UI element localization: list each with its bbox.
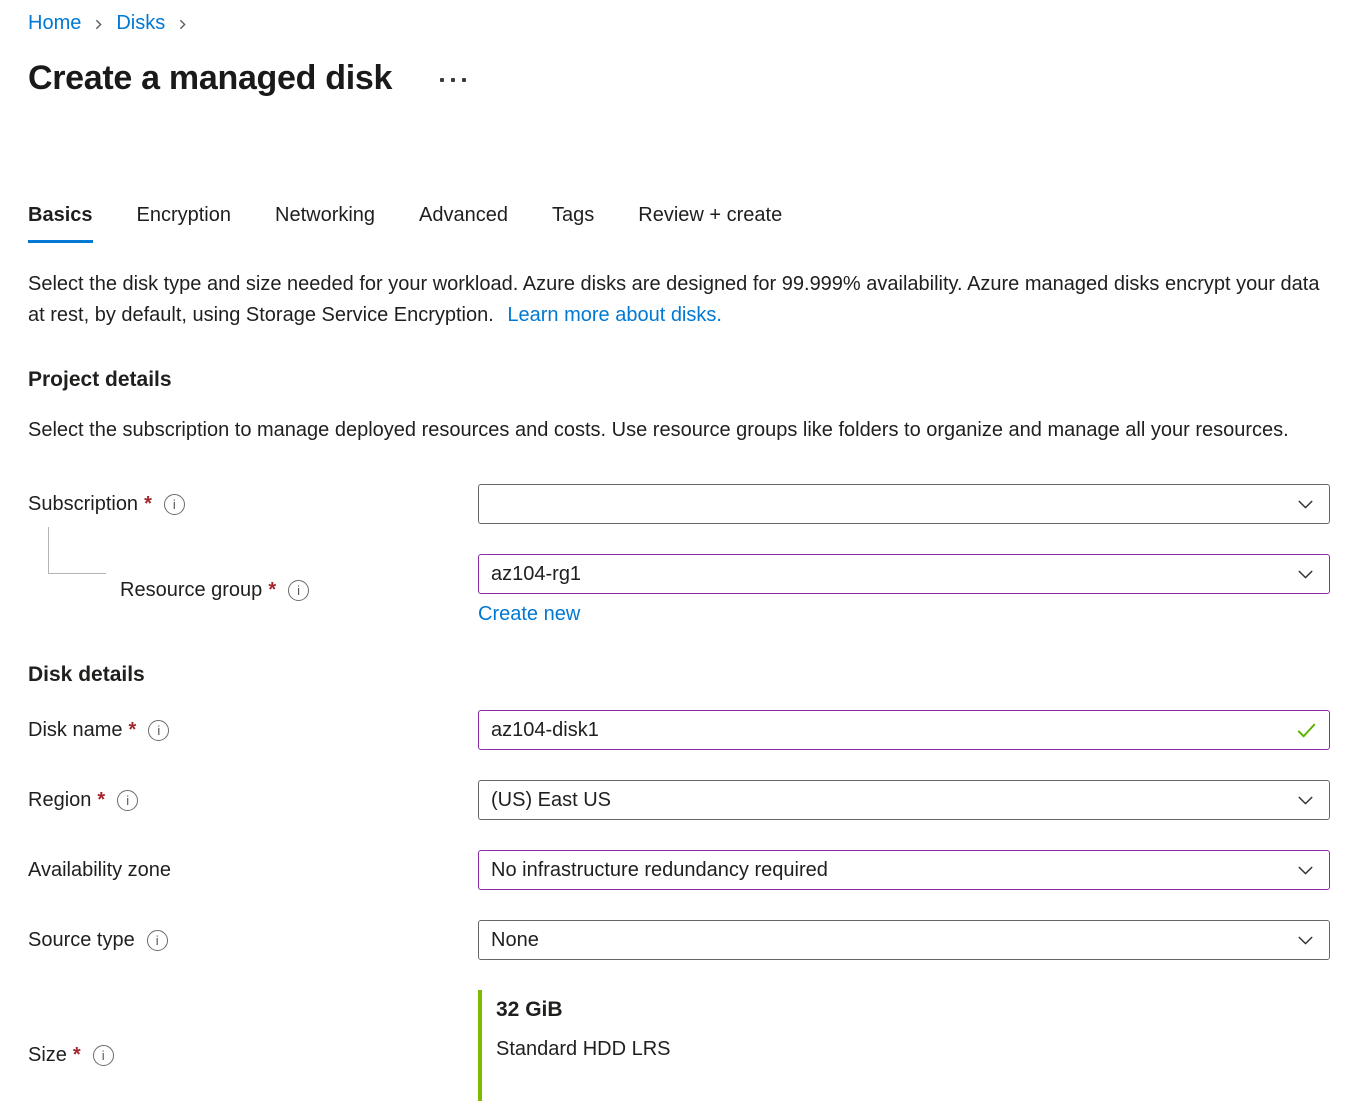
chevron-down-icon	[1294, 493, 1317, 516]
breadcrumb-home[interactable]: Home	[28, 12, 81, 35]
required-marker: *	[128, 719, 136, 742]
breadcrumb: Home Disks	[28, 10, 1330, 36]
availability-zone-value: No infrastructure redundancy required	[491, 859, 828, 882]
availability-zone-label-group: Availability zone	[28, 850, 478, 890]
required-marker: *	[144, 493, 152, 516]
size-sku: Standard HDD LRS	[496, 1037, 1330, 1061]
size-label-group: Size *	[28, 990, 478, 1101]
disk-name-row: Disk name *	[28, 710, 1330, 750]
ellipsis-dot	[440, 78, 444, 82]
region-value: (US) East US	[491, 789, 611, 812]
chevron-down-icon	[1294, 789, 1317, 812]
chevron-down-icon	[1294, 563, 1317, 586]
availability-zone-label: Availability zone	[28, 859, 171, 882]
resource-group-dropdown[interactable]: az104-rg1	[478, 554, 1330, 594]
disk-name-input[interactable]	[478, 710, 1330, 750]
availability-zone-dropdown[interactable]: No infrastructure redundancy required	[478, 850, 1330, 890]
chevron-down-icon	[1294, 859, 1317, 882]
ellipsis-dot	[451, 78, 455, 82]
title-row: Create a managed disk	[28, 58, 1330, 98]
info-icon[interactable]	[288, 580, 309, 601]
subscription-row: Subscription *	[28, 484, 1330, 524]
section-heading-project-details: Project details	[28, 367, 1330, 393]
required-marker: *	[97, 789, 105, 812]
chevron-down-icon	[1294, 929, 1317, 952]
disk-name-label-group: Disk name *	[28, 710, 478, 750]
source-type-value: None	[491, 929, 539, 952]
size-label: Size	[28, 1044, 67, 1067]
size-value: 32 GiB	[496, 997, 1330, 1022]
tab-networking[interactable]: Networking	[275, 202, 375, 243]
info-icon[interactable]	[164, 494, 185, 515]
source-type-label-group: Source type	[28, 920, 478, 960]
checkmark-icon	[1295, 719, 1318, 742]
subscription-dropdown[interactable]	[478, 484, 1330, 524]
region-row: Region * (US) East US	[28, 780, 1330, 820]
info-icon[interactable]	[93, 1045, 114, 1066]
info-icon[interactable]	[148, 720, 169, 741]
subscription-label-group: Subscription *	[28, 484, 478, 524]
tab-tags[interactable]: Tags	[552, 202, 594, 243]
tab-review-create[interactable]: Review + create	[638, 202, 782, 243]
project-details-form: Subscription * Resource group *	[28, 484, 1330, 1101]
subscription-label: Subscription	[28, 493, 138, 516]
learn-more-link[interactable]: Learn more about disks.	[507, 304, 722, 326]
create-managed-disk-page: Home Disks Create a managed disk Basics …	[0, 0, 1348, 1101]
ellipsis-dot	[462, 78, 466, 82]
availability-zone-row: Availability zone No infrastructure redu…	[28, 850, 1330, 890]
info-icon[interactable]	[117, 790, 138, 811]
create-new-link[interactable]: Create new	[478, 603, 580, 626]
breadcrumb-disks[interactable]: Disks	[116, 12, 165, 35]
page-title: Create a managed disk	[28, 58, 392, 98]
intro-paragraph: Select the disk type and size needed for…	[28, 269, 1330, 331]
required-marker: *	[73, 1044, 81, 1067]
disk-name-label: Disk name	[28, 719, 122, 742]
chevron-right-icon	[175, 17, 190, 32]
tab-advanced[interactable]: Advanced	[419, 202, 508, 243]
project-details-description: Select the subscription to manage deploy…	[28, 415, 1328, 446]
section-heading-disk-details: Disk details	[28, 662, 1330, 688]
tab-bar: Basics Encryption Networking Advanced Ta…	[28, 202, 1330, 243]
ellipsis-icon[interactable]	[440, 78, 466, 82]
required-marker: *	[268, 579, 276, 602]
size-summary-block: 32 GiB Standard HDD LRS	[478, 990, 1330, 1101]
tab-basics[interactable]: Basics	[28, 202, 93, 243]
info-icon[interactable]	[147, 930, 168, 951]
resource-group-value: az104-rg1	[491, 563, 581, 586]
region-label-group: Region *	[28, 780, 478, 820]
region-dropdown[interactable]: (US) East US	[478, 780, 1330, 820]
size-row: Size * 32 GiB Standard HDD LRS	[28, 990, 1330, 1101]
hierarchy-connector-line	[48, 527, 106, 574]
resource-group-label: Resource group	[120, 579, 262, 602]
source-type-row: Source type None	[28, 920, 1330, 960]
chevron-right-icon	[91, 17, 106, 32]
tab-encryption[interactable]: Encryption	[137, 202, 232, 243]
region-label: Region	[28, 789, 91, 812]
source-type-label: Source type	[28, 929, 135, 952]
resource-group-row: Resource group * az104-rg1 Create new	[28, 554, 1330, 626]
source-type-dropdown[interactable]: None	[478, 920, 1330, 960]
